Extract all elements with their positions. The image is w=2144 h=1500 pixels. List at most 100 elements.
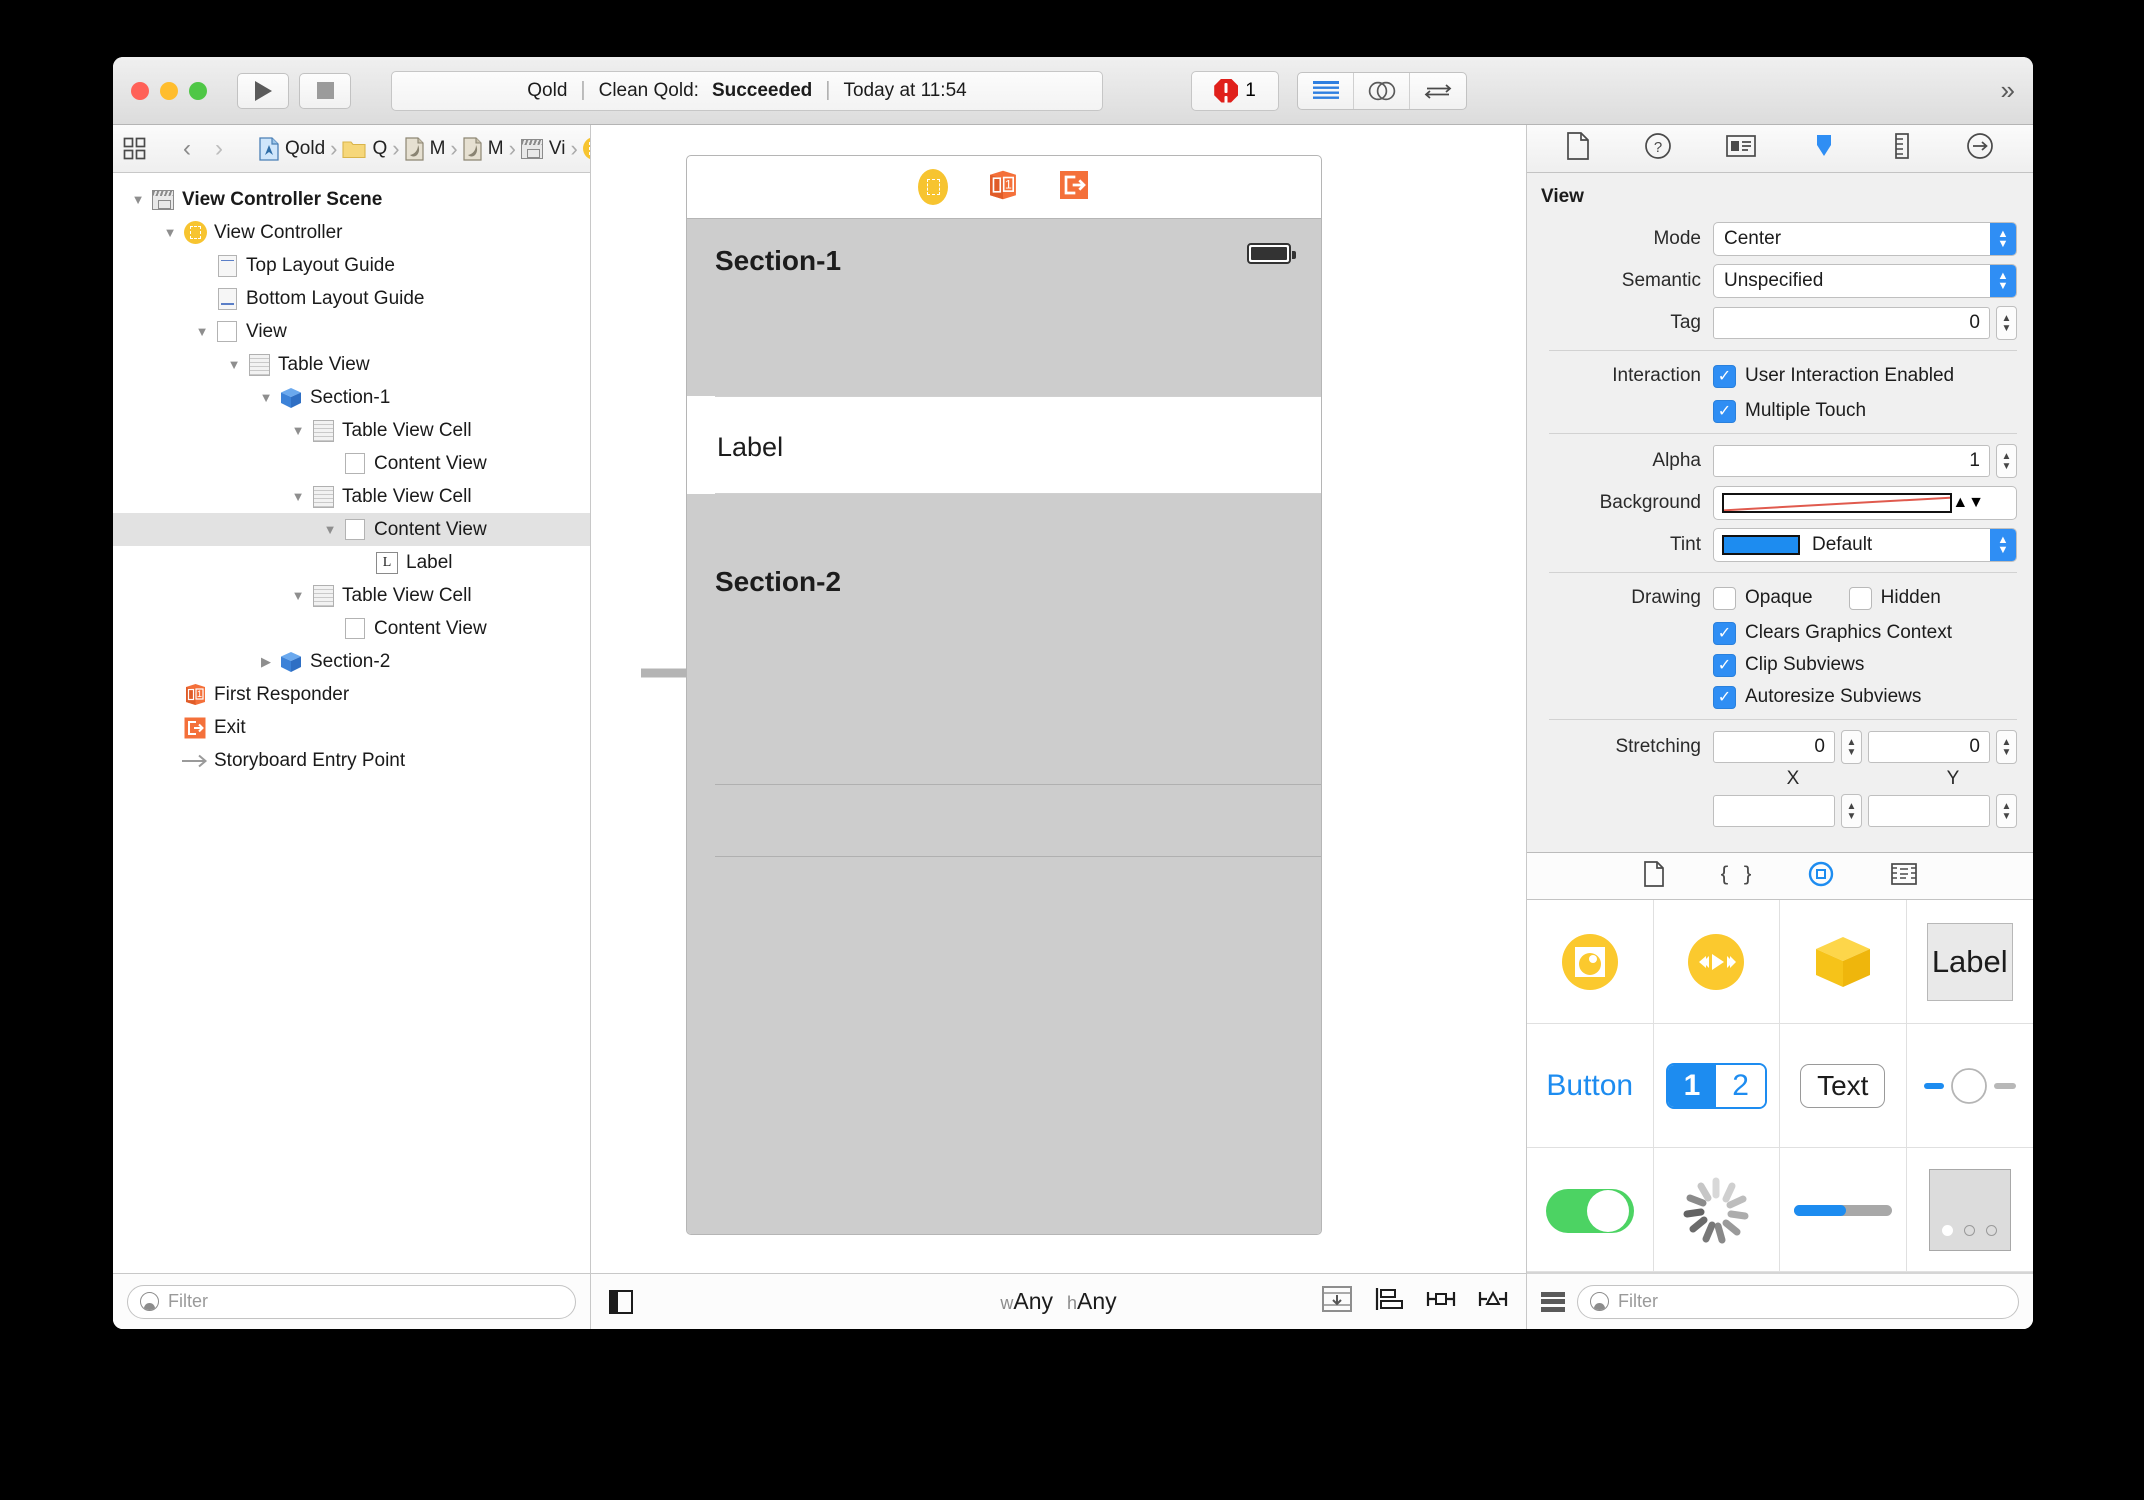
clip-subviews-checkbox-row[interactable]: ✓ Clip Subviews	[1713, 653, 1864, 677]
breadcrumb-item-4[interactable]: Vi	[520, 138, 565, 160]
back-button[interactable]: ‹	[171, 135, 203, 163]
section-2-header[interactable]: Section-2	[687, 494, 1321, 784]
stretching-w-stepper[interactable]: ▲ ▼	[1841, 794, 1862, 828]
disclosure-triangle[interactable]: ▼	[191, 324, 213, 339]
outline-row-content-view-selected[interactable]: ▼ Content View	[113, 513, 590, 546]
disclosure-triangle[interactable]: ▼	[255, 390, 277, 405]
close-button[interactable]	[131, 81, 149, 100]
disclosure-triangle[interactable]: ▼	[159, 225, 181, 240]
user-interaction-enabled-checkbox[interactable]: ✓	[1713, 364, 1736, 388]
section-2-cell-2[interactable]	[687, 856, 1321, 928]
breadcrumb-item-2[interactable]: M	[404, 136, 445, 161]
object-library-tab[interactable]	[1807, 860, 1835, 893]
library-item-label[interactable]: Label	[1906, 900, 2033, 1024]
library-item-text-field[interactable]: Text	[1780, 1024, 1907, 1148]
disclosure-triangle[interactable]: ▼	[287, 588, 309, 603]
align-icon[interactable]	[1374, 1286, 1404, 1317]
autoresize-subviews-checkbox-row[interactable]: ✓ Autoresize Subviews	[1713, 685, 1921, 709]
attributes-inspector-tab[interactable]	[1810, 132, 1838, 165]
disclosure-triangle[interactable]: ▶	[255, 654, 277, 670]
table-view-cell-canvas[interactable]: Label	[687, 396, 1321, 494]
library-item-progress-view[interactable]	[1780, 1148, 1907, 1272]
section-2-cell-1[interactable]	[687, 784, 1321, 856]
outline-filter-field[interactable]: Filter	[127, 1284, 576, 1319]
disclosure-triangle[interactable]: ▼	[223, 357, 245, 372]
version-editor-button[interactable]	[1410, 73, 1466, 109]
stretching-y-stepper[interactable]: ▲ ▼	[1996, 730, 2017, 764]
disclosure-triangle[interactable]: ▼	[319, 522, 341, 537]
library-item-segmented-control[interactable]: 1 2	[1653, 1024, 1780, 1148]
outline-row-section-2[interactable]: ▶ Section-2	[113, 645, 590, 678]
outline-row-label[interactable]: L Label	[113, 546, 590, 579]
view-controller-icon[interactable]	[918, 169, 948, 205]
forward-button[interactable]: ›	[203, 135, 235, 163]
disclosure-triangle[interactable]: ▼	[287, 423, 309, 438]
breadcrumb-item-0[interactable]: Qold	[259, 136, 325, 161]
library-view-mode-icon[interactable]	[1541, 1291, 1565, 1312]
embed-in-icon[interactable]	[1322, 1286, 1352, 1317]
hidden-checkbox-row[interactable]: Hidden	[1848, 586, 1941, 610]
breadcrumb-item-5[interactable]: Vi	[582, 137, 590, 160]
identity-inspector-tab[interactable]	[1726, 134, 1756, 163]
background-color-well[interactable]: ▲▼	[1713, 486, 2017, 520]
toolbar-overflow-button[interactable]: »	[2001, 75, 2016, 106]
toggle-document-outline-button[interactable]	[609, 1289, 633, 1314]
outline-row-bottom-layout-guide[interactable]: Bottom Layout Guide	[113, 282, 590, 315]
storyboard-canvas[interactable]: 1 Section-1 Label Section-2	[591, 125, 1526, 1273]
standard-editor-button[interactable]	[1298, 72, 1354, 109]
library-item-activity-indicator[interactable]	[1653, 1148, 1780, 1272]
outline-row-view-controller-scene[interactable]: ▼ View Controller Scene	[113, 183, 590, 216]
tag-input[interactable]: 0	[1713, 307, 1990, 339]
outline-row-storyboard-entry-point[interactable]: Storyboard Entry Point	[113, 744, 590, 777]
outline-row-first-responder[interactable]: 1 First Responder	[113, 678, 590, 711]
section-1-header[interactable]: Section-1	[687, 219, 1321, 396]
file-template-library-tab[interactable]	[1643, 860, 1665, 892]
outline-row-table-view-cell-3[interactable]: ▼ Table View Cell	[113, 579, 590, 612]
clip-subviews-checkbox[interactable]: ✓	[1713, 653, 1736, 677]
breadcrumb-item-1[interactable]: Q	[342, 138, 387, 160]
library-item-slider[interactable]	[1906, 1024, 2033, 1148]
assistant-editor-button[interactable]	[1354, 72, 1410, 109]
alpha-input[interactable]: 1	[1713, 445, 1990, 477]
clears-graphics-context-checkbox-row[interactable]: ✓ Clears Graphics Context	[1713, 621, 1952, 645]
stretching-x-input[interactable]: 0	[1713, 731, 1835, 763]
library-item-view-controller[interactable]	[1527, 900, 1654, 1024]
disclosure-triangle[interactable]: ▼	[287, 489, 309, 504]
stop-button[interactable]	[299, 72, 351, 109]
hidden-checkbox[interactable]	[1848, 586, 1872, 610]
trait-variations[interactable]: wAny hAny	[1000, 1288, 1116, 1315]
mode-select[interactable]: Center ▲ ▼	[1713, 222, 2017, 256]
tint-select[interactable]: Default ▲ ▼	[1713, 528, 2017, 562]
stretching-w-input[interactable]	[1713, 795, 1835, 827]
tag-stepper[interactable]: ▲ ▼	[1996, 306, 2017, 340]
run-button[interactable]	[237, 72, 289, 109]
multiple-touch-checkbox-row[interactable]: ✓ Multiple Touch	[1713, 399, 1866, 423]
stretching-h-stepper[interactable]: ▲ ▼	[1996, 794, 2017, 828]
library-item-button[interactable]: Button	[1527, 1024, 1654, 1148]
disclosure-triangle[interactable]: ▼	[127, 192, 149, 207]
clears-graphics-context-checkbox[interactable]: ✓	[1713, 621, 1736, 645]
outline-row-table-view-cell-2[interactable]: ▼ Table View Cell	[113, 480, 590, 513]
pin-icon[interactable]	[1426, 1286, 1456, 1317]
autoresize-subviews-checkbox[interactable]: ✓	[1713, 685, 1736, 709]
minimize-button[interactable]	[160, 81, 178, 100]
first-responder-icon[interactable]: 1	[986, 168, 1020, 207]
issue-count-badge[interactable]: 1	[1191, 70, 1279, 111]
connections-inspector-tab[interactable]	[1966, 132, 1994, 165]
library-item-media-controller[interactable]	[1653, 900, 1780, 1024]
size-inspector-tab[interactable]	[1892, 132, 1912, 165]
code-snippet-library-tab[interactable]: { }	[1718, 861, 1754, 892]
related-items-button[interactable]	[123, 137, 147, 161]
library-item-switch[interactable]	[1527, 1148, 1654, 1272]
stretching-h-input[interactable]	[1868, 795, 1990, 827]
outline-row-table-view[interactable]: ▼ Table View	[113, 348, 590, 381]
outline-row-section-1[interactable]: ▼ Section-1	[113, 381, 590, 414]
media-library-tab[interactable]	[1891, 862, 1917, 891]
zoom-button[interactable]	[189, 81, 207, 100]
outline-row-view-controller[interactable]: ▼ View Controller	[113, 216, 590, 249]
opaque-checkbox[interactable]	[1713, 586, 1736, 610]
library-item-page-control[interactable]	[1906, 1148, 2033, 1272]
outline-row-table-view-cell-1[interactable]: ▼ Table View Cell	[113, 414, 590, 447]
quick-help-inspector-tab[interactable]: ?	[1644, 132, 1672, 165]
exit-icon[interactable]	[1058, 169, 1090, 206]
